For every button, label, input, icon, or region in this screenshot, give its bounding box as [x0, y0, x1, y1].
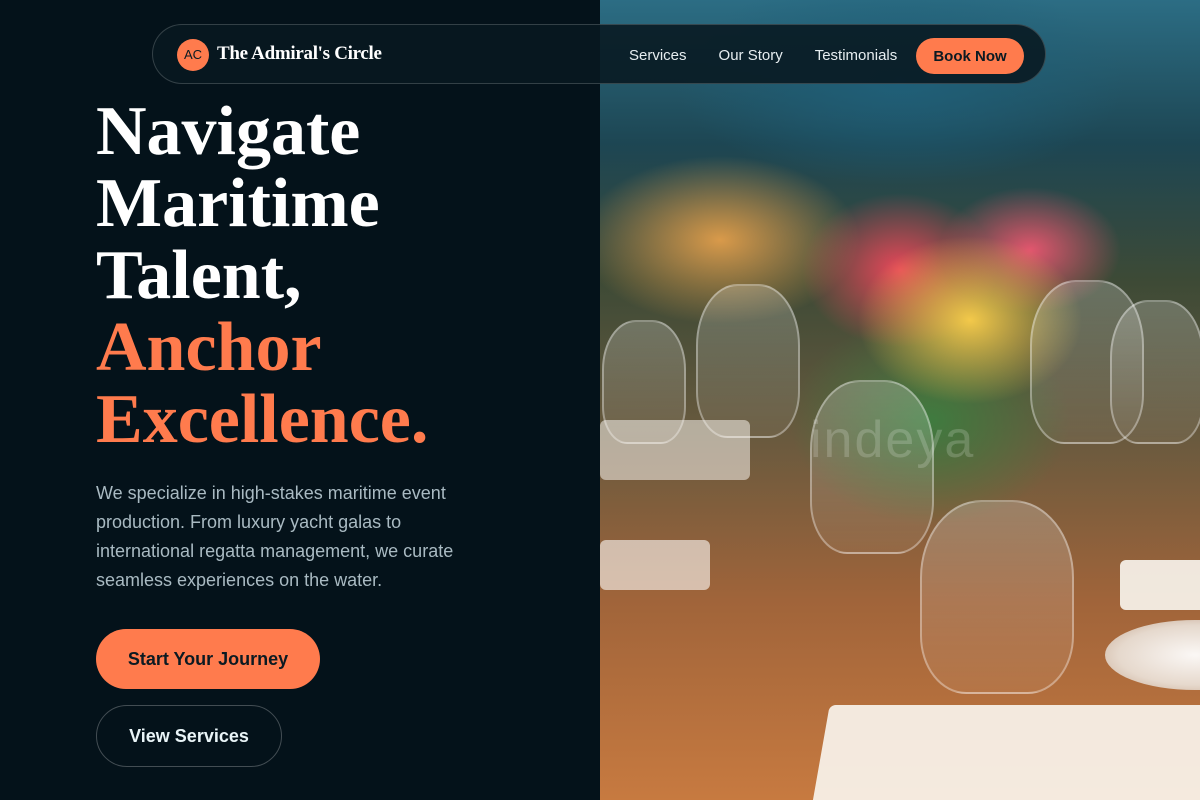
napkin [810, 705, 1200, 800]
napkin [1120, 560, 1200, 610]
headline-accent-line: Excellence. [96, 381, 429, 458]
start-journey-button[interactable]: Start Your Journey [96, 629, 320, 689]
headline-accent-line: Anchor [96, 309, 322, 386]
brand-name[interactable]: The Admiral's Circle [217, 43, 382, 65]
hero-description: We specialize in high-stakes maritime ev… [96, 483, 454, 590]
image-watermark: indeya [810, 411, 976, 469]
wine-glass [920, 500, 1074, 694]
nav-link-services[interactable]: Services [629, 47, 687, 64]
napkin [600, 540, 710, 590]
view-services-button[interactable]: View Services [96, 705, 282, 767]
wine-glass [696, 284, 800, 438]
hero-headline: Navigate Maritime Talent, Anchor Excelle… [96, 96, 428, 456]
headline-line: Navigate [96, 93, 361, 170]
logo-badge[interactable]: AC [177, 39, 209, 71]
book-now-button[interactable]: Book Now [916, 38, 1024, 74]
headline-line: Maritime [96, 165, 380, 242]
napkin [600, 420, 750, 480]
nav-link-testimonials[interactable]: Testimonials [815, 47, 898, 64]
nav-links: Services Our Story Testimonials [629, 25, 897, 85]
wine-glass [1110, 300, 1200, 444]
plate [1105, 620, 1200, 690]
top-navbar: AC The Admiral's Circle Services Our Sto… [152, 24, 1046, 84]
headline-line: Talent, [96, 237, 302, 314]
nav-link-our-story[interactable]: Our Story [719, 47, 783, 64]
hero-photo-table-setting: indeya [600, 0, 1200, 800]
